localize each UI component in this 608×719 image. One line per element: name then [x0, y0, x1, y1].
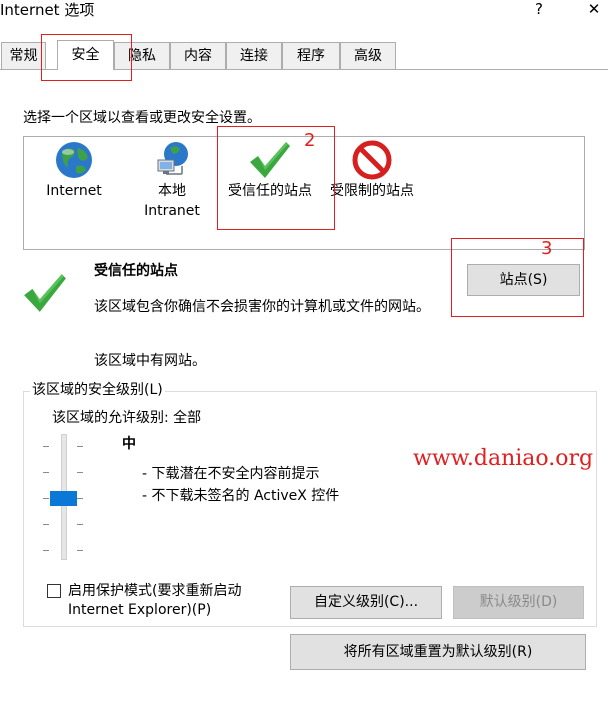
default-level-button[interactable]: 默认级别(D)	[453, 586, 584, 619]
selected-zone-description: 该区域包含你确信不会损害你的计算机或文件的网站。	[94, 299, 430, 315]
protected-mode-label-line1: 启用保护模式(要求重新启动	[68, 583, 242, 599]
tab-content[interactable]: 内容	[170, 42, 226, 69]
slider-tick	[77, 498, 83, 499]
tab-label: 常规	[9, 48, 38, 64]
tab-label: 隐私	[128, 48, 156, 64]
slider-tick	[77, 550, 83, 551]
slider-tick	[43, 550, 49, 551]
tab-programs[interactable]: 程序	[282, 42, 340, 69]
tab-general[interactable]: 常规	[1, 42, 46, 69]
slider-tick	[43, 446, 49, 447]
slider-tick	[43, 498, 49, 499]
tab-security[interactable]: 安全	[57, 40, 114, 70]
zone-local-intranet[interactable]: 本地 Intranet	[138, 140, 206, 222]
selected-zone-title: 受信任的站点	[94, 263, 178, 279]
custom-level-button[interactable]: 自定义级别(C)...	[290, 586, 442, 619]
annotation-number: 2	[304, 130, 316, 151]
slider-tick	[77, 472, 83, 473]
security-level-slider[interactable]	[40, 432, 84, 560]
protected-mode-checkbox[interactable]	[47, 584, 61, 598]
security-level-label: 该区域的安全级别(L)	[30, 380, 165, 400]
slider-tick	[43, 472, 49, 473]
window-title: Internet 选项	[0, 1, 95, 19]
level-name: 中	[122, 436, 136, 452]
network-globe-icon	[152, 140, 192, 180]
checkmark-icon	[22, 270, 68, 316]
blocked-icon	[352, 140, 392, 180]
slider-tick	[77, 524, 83, 525]
tab-label: 程序	[297, 48, 325, 64]
help-icon[interactable]: ?	[532, 0, 546, 18]
globe-icon	[54, 140, 94, 180]
zone-internet[interactable]: Internet	[40, 140, 108, 202]
zone-prompt: 选择一个区域以查看或更改安全设置。	[23, 110, 261, 126]
zone-restricted-sites[interactable]: 受限制的站点	[322, 140, 422, 202]
zone-label: Internet	[46, 183, 102, 199]
level-bullet: - 下载潜在不安全内容前提示	[142, 466, 320, 482]
tab-label: 安全	[71, 47, 100, 63]
tab-label: 内容	[184, 48, 212, 64]
annotation-box-step2	[217, 126, 335, 230]
protected-mode-label-line2: Internet Explorer)(P)	[68, 602, 212, 618]
allowed-levels-text: 该区域的允许级别: 全部	[52, 410, 202, 426]
zone-label: 受限制的站点	[330, 183, 414, 199]
zone-label-line2: Intranet	[144, 203, 200, 219]
tab-label: 连接	[240, 48, 268, 64]
selected-zone-status: 该区域中有网站。	[94, 353, 206, 369]
tab-connections[interactable]: 连接	[226, 42, 282, 69]
watermark-text: www.daniao.org	[413, 446, 594, 471]
annotation-box-step3	[451, 238, 584, 317]
slider-thumb[interactable]	[50, 491, 77, 506]
slider-tick	[77, 446, 83, 447]
reset-all-zones-button[interactable]: 将所有区域重置为默认级别(R)	[290, 634, 586, 670]
tab-advanced[interactable]: 高级	[340, 42, 396, 69]
zone-label-line1: 本地	[158, 183, 186, 199]
slider-tick	[43, 524, 49, 525]
tab-label: 高级	[354, 48, 382, 64]
annotation-number: 3	[541, 238, 553, 259]
level-bullet: - 不下载未签名的 ActiveX 控件	[142, 488, 340, 504]
close-icon[interactable]: ✕	[586, 0, 602, 18]
